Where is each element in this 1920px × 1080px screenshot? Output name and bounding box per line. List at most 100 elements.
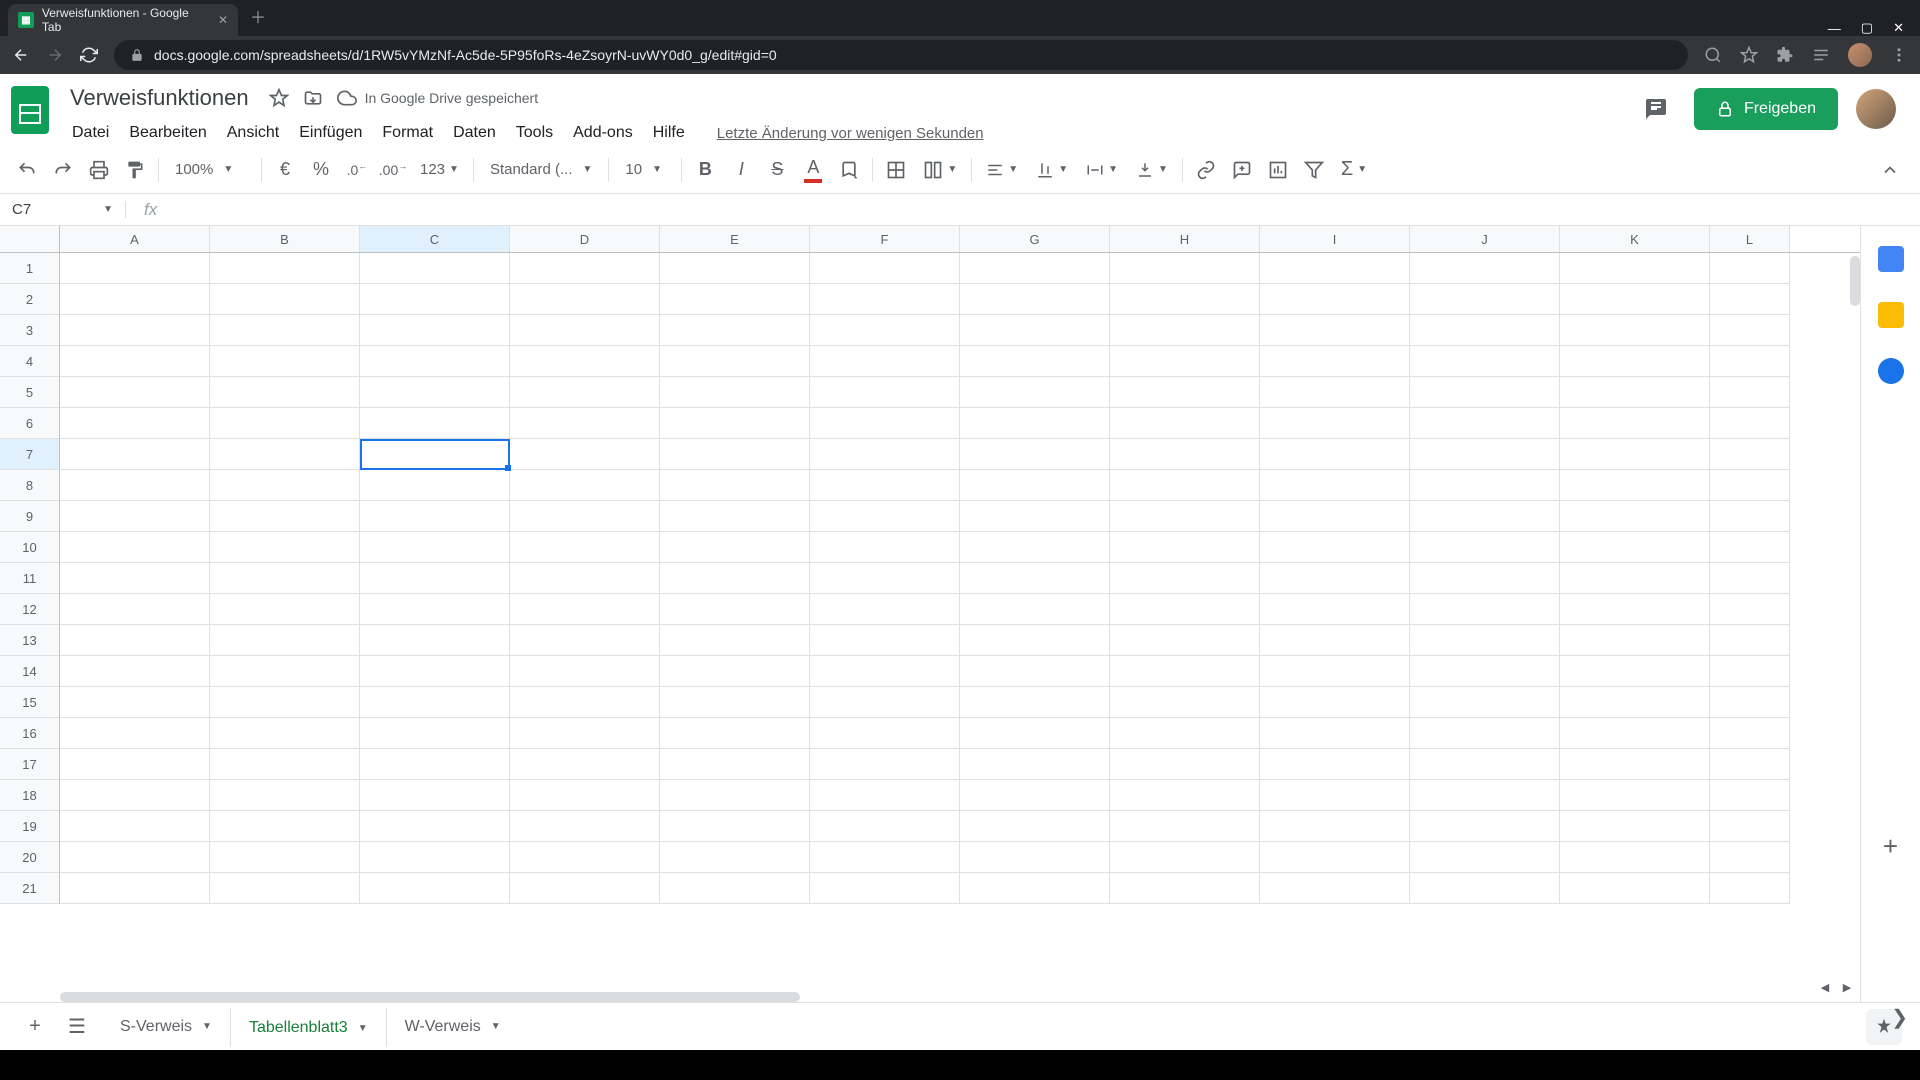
share-button[interactable]: Freigeben <box>1694 88 1838 130</box>
cell[interactable] <box>510 625 660 656</box>
row-header[interactable]: 18 <box>0 780 60 811</box>
column-header[interactable]: F <box>810 226 960 252</box>
bold-button[interactable]: B <box>688 153 722 187</box>
cell[interactable] <box>1710 780 1790 811</box>
cell[interactable] <box>660 253 810 284</box>
cell[interactable] <box>1710 501 1790 532</box>
cell[interactable] <box>1110 718 1260 749</box>
chevron-down-icon[interactable]: ▼ <box>202 1021 212 1032</box>
url-input[interactable]: docs.google.com/spreadsheets/d/1RW5vYMzN… <box>114 40 1688 70</box>
cell[interactable] <box>60 656 210 687</box>
cell[interactable] <box>510 470 660 501</box>
cell[interactable] <box>960 594 1110 625</box>
comments-button[interactable] <box>1636 89 1676 129</box>
horizontal-scrollbar[interactable] <box>60 992 800 1002</box>
reload-icon[interactable] <box>80 46 98 64</box>
row-header[interactable]: 5 <box>0 377 60 408</box>
column-header[interactable]: A <box>60 226 210 252</box>
cell[interactable] <box>810 811 960 842</box>
browser-tab[interactable]: ▦ Verweisfunktionen - Google Tab ✕ <box>8 4 238 36</box>
cell[interactable] <box>1560 625 1710 656</box>
cell[interactable] <box>1710 408 1790 439</box>
account-avatar[interactable] <box>1856 89 1896 129</box>
cell[interactable] <box>60 377 210 408</box>
cell[interactable] <box>1410 284 1560 315</box>
cell[interactable] <box>660 811 810 842</box>
v-align-button[interactable]: ▼ <box>1028 161 1076 179</box>
cell[interactable] <box>60 873 210 904</box>
cell[interactable] <box>60 346 210 377</box>
cell[interactable] <box>960 656 1110 687</box>
cell[interactable] <box>360 873 510 904</box>
cell[interactable] <box>660 346 810 377</box>
insert-link-button[interactable] <box>1189 153 1223 187</box>
menu-datei[interactable]: Datei <box>64 120 117 146</box>
text-color-button[interactable]: A <box>796 153 830 187</box>
borders-button[interactable] <box>879 153 913 187</box>
cell[interactable] <box>510 439 660 470</box>
cell[interactable] <box>1110 749 1260 780</box>
cell[interactable] <box>810 718 960 749</box>
cell[interactable] <box>1710 439 1790 470</box>
redo-button[interactable] <box>46 153 80 187</box>
row-header[interactable]: 19 <box>0 811 60 842</box>
cell[interactable] <box>1560 780 1710 811</box>
cell[interactable] <box>1410 625 1560 656</box>
menu-addons[interactable]: Add-ons <box>565 120 641 146</box>
cell[interactable] <box>360 315 510 346</box>
cell[interactable] <box>810 594 960 625</box>
column-header[interactable]: G <box>960 226 1110 252</box>
cell[interactable] <box>210 377 360 408</box>
cell[interactable] <box>960 408 1110 439</box>
cell[interactable] <box>510 284 660 315</box>
cell[interactable] <box>60 501 210 532</box>
insert-comment-button[interactable] <box>1225 153 1259 187</box>
cell[interactable] <box>960 842 1110 873</box>
cell[interactable] <box>1710 315 1790 346</box>
menu-ansicht[interactable]: Ansicht <box>219 120 287 146</box>
text-rotation-button[interactable]: ▼ <box>1128 161 1176 179</box>
number-format-select[interactable]: 123▼ <box>412 161 467 178</box>
menu-format[interactable]: Format <box>374 120 441 146</box>
cell[interactable] <box>1110 470 1260 501</box>
cell[interactable] <box>1710 687 1790 718</box>
cell[interactable] <box>1410 749 1560 780</box>
cell[interactable] <box>660 749 810 780</box>
font-select[interactable]: Standard (...▼ <box>480 161 602 178</box>
cell[interactable] <box>1710 749 1790 780</box>
cell[interactable] <box>1560 563 1710 594</box>
cell[interactable] <box>1260 408 1410 439</box>
cell[interactable] <box>1260 284 1410 315</box>
collapse-toolbar-button[interactable] <box>1880 160 1910 180</box>
cell[interactable] <box>1110 377 1260 408</box>
cell[interactable] <box>960 315 1110 346</box>
decrease-decimal-button[interactable]: .0← <box>340 153 374 187</box>
cell[interactable] <box>210 873 360 904</box>
cell[interactable] <box>1110 563 1260 594</box>
cell[interactable] <box>1410 842 1560 873</box>
cell[interactable] <box>1260 749 1410 780</box>
cell[interactable] <box>1260 377 1410 408</box>
cell[interactable] <box>810 470 960 501</box>
row-header[interactable]: 1 <box>0 253 60 284</box>
cell[interactable] <box>810 439 960 470</box>
cell[interactable] <box>60 749 210 780</box>
chevron-down-icon[interactable]: ▼ <box>491 1021 501 1032</box>
cell[interactable] <box>210 842 360 873</box>
cell[interactable] <box>360 532 510 563</box>
forward-icon[interactable] <box>46 46 64 64</box>
cell[interactable] <box>1410 532 1560 563</box>
menu-einfuegen[interactable]: Einfügen <box>291 120 370 146</box>
row-header[interactable]: 17 <box>0 749 60 780</box>
cell[interactable] <box>1710 470 1790 501</box>
scroll-left-button[interactable]: ◀ <box>1816 978 1834 996</box>
cell[interactable] <box>1260 594 1410 625</box>
tasks-addon-icon[interactable] <box>1878 358 1904 384</box>
cell[interactable] <box>60 594 210 625</box>
cell[interactable] <box>510 749 660 780</box>
row-header[interactable]: 11 <box>0 563 60 594</box>
cell[interactable] <box>360 377 510 408</box>
add-addon-button[interactable]: + <box>1883 831 1898 862</box>
cell[interactable] <box>1260 563 1410 594</box>
cell[interactable] <box>1710 284 1790 315</box>
